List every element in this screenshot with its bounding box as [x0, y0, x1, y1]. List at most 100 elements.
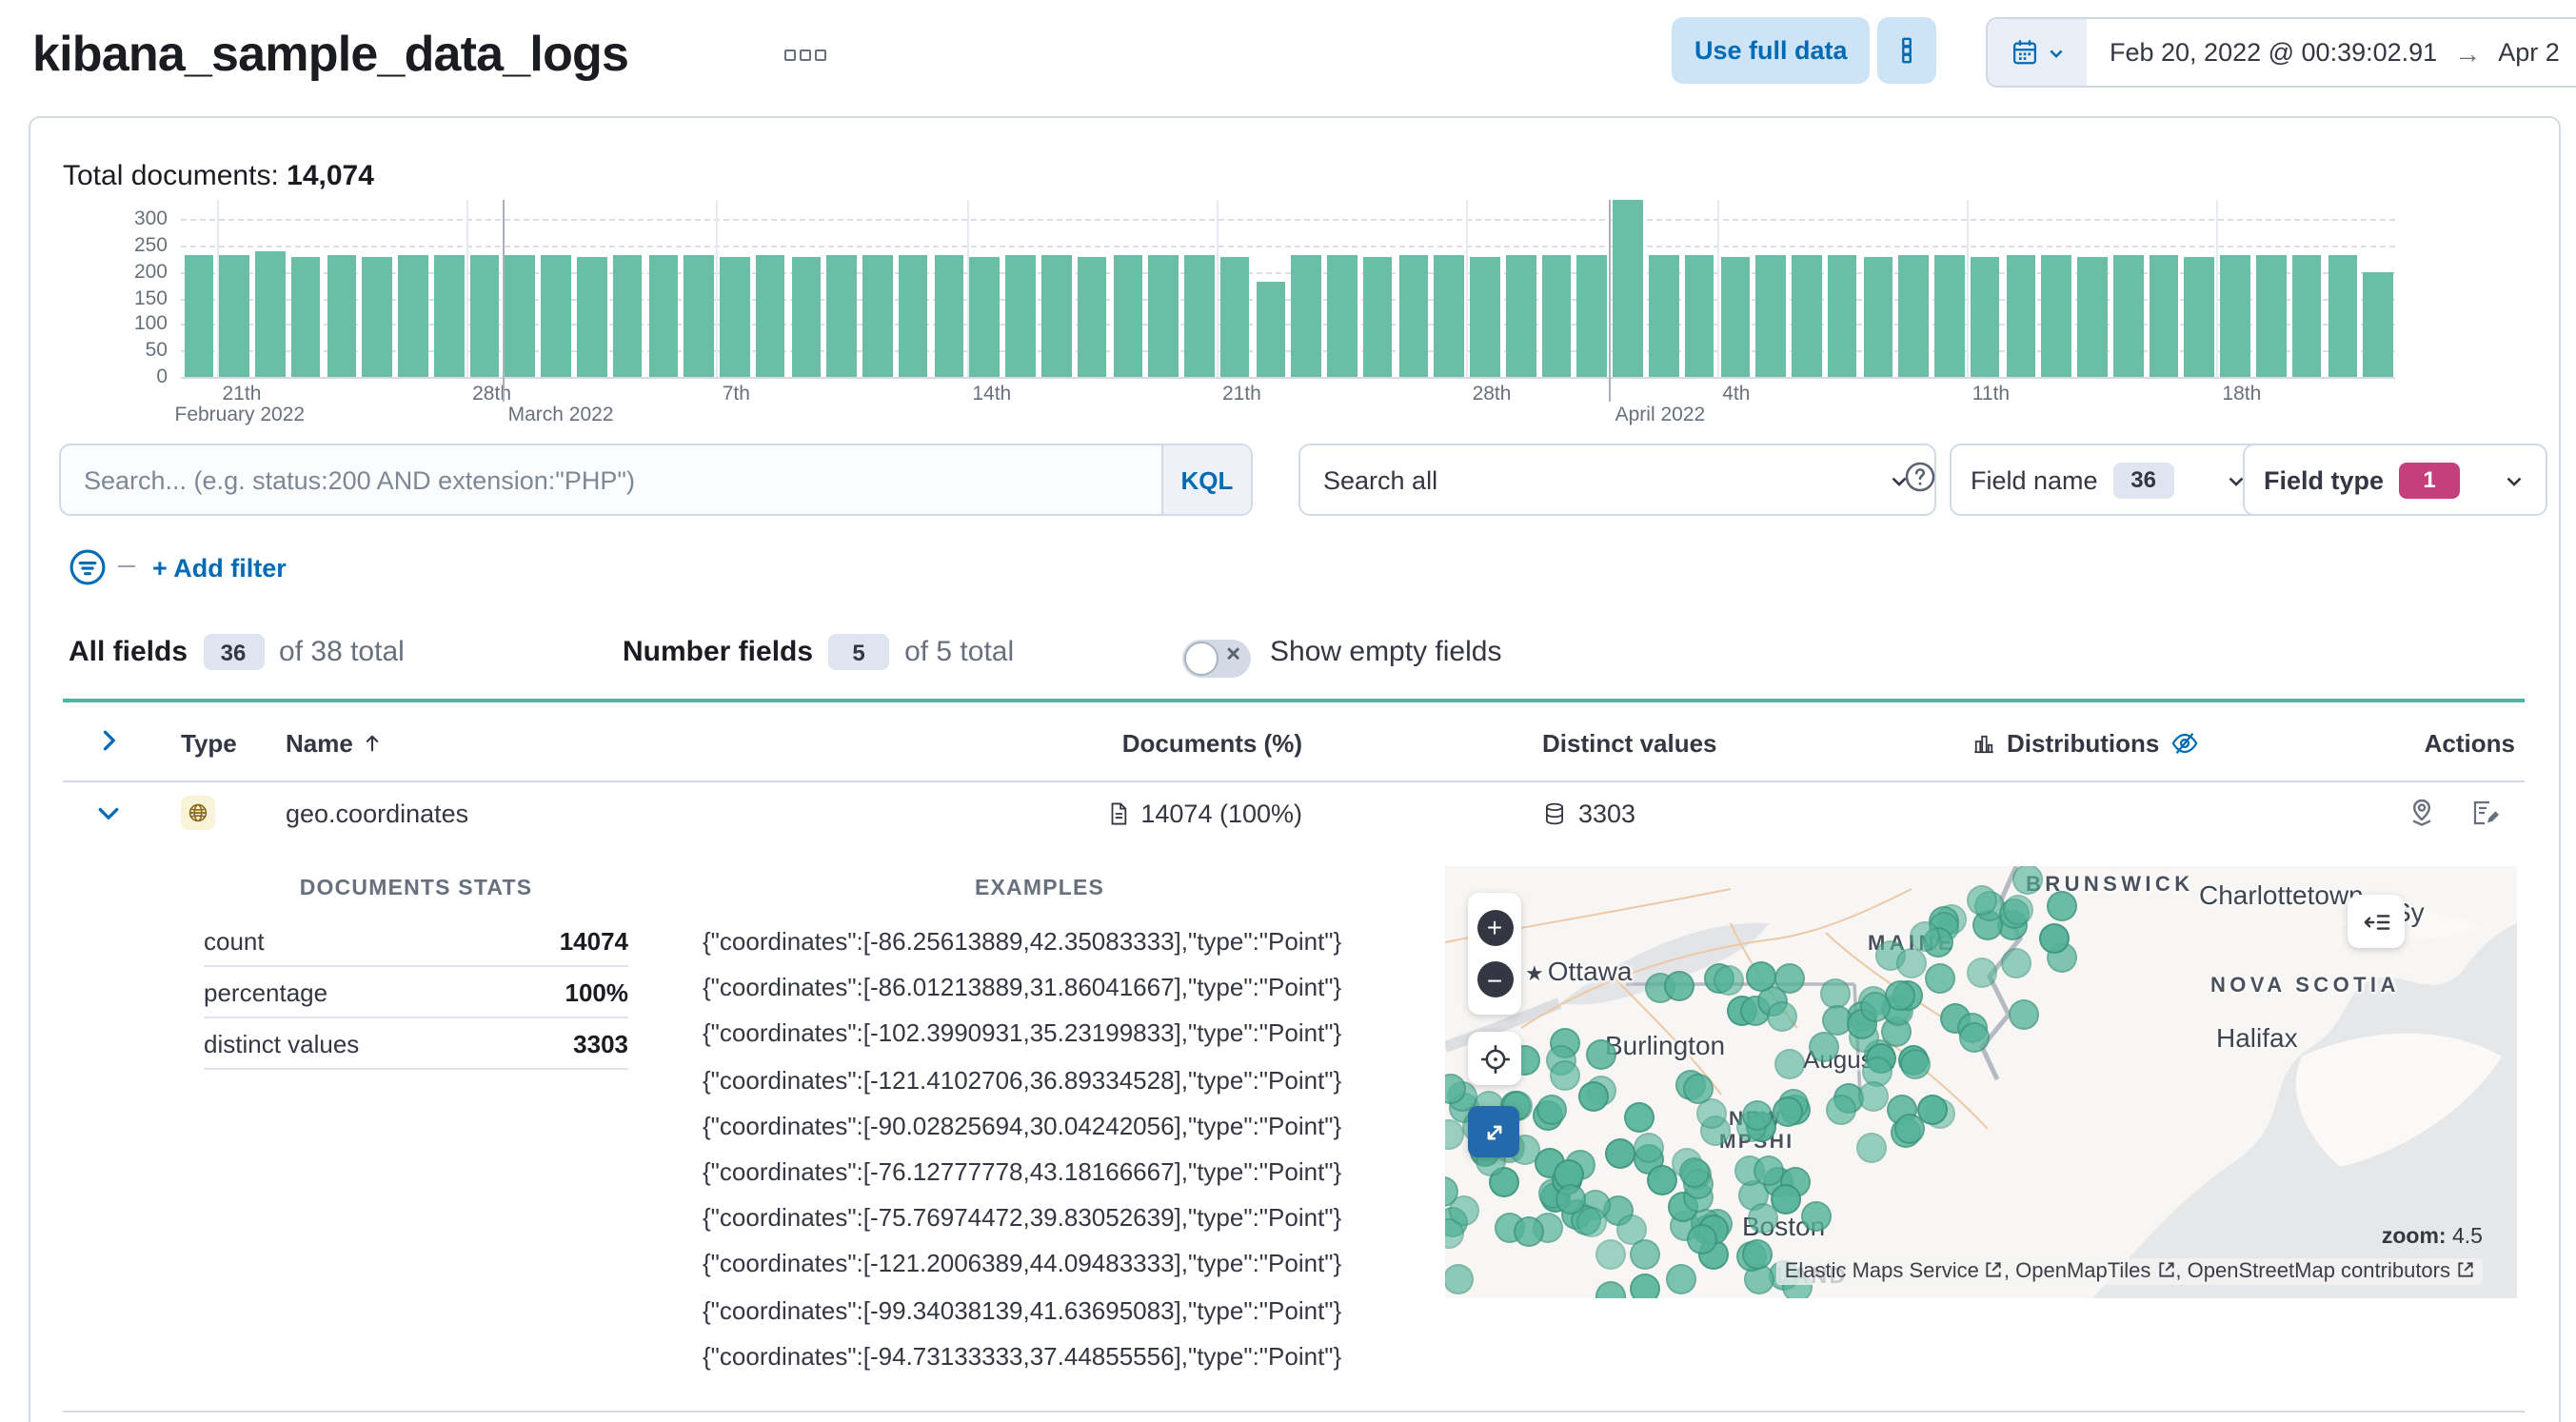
map-marker	[1917, 1094, 1949, 1125]
help-icon[interactable]	[1904, 461, 1936, 493]
chevron-down-icon	[2046, 43, 2065, 62]
column-header-distinct-values[interactable]: Distinct values	[1542, 729, 1717, 758]
date-range-start[interactable]: Feb 20, 2022 @ 00:39:02.91	[2110, 38, 2437, 67]
document-icon	[1106, 801, 1131, 826]
map-marker	[1595, 1281, 1627, 1298]
boxes-vertical-icon[interactable]	[1877, 17, 1936, 84]
example-value: {"coordinates":[-102.3990931,35.23199833…	[703, 1018, 1342, 1048]
table-header-divider	[63, 780, 2525, 782]
field-name-label: Field name	[1971, 465, 2098, 494]
map-marker	[2011, 866, 2043, 895]
column-header-name[interactable]: Name	[286, 729, 386, 758]
map-marker	[1604, 1138, 1635, 1170]
data-visualizer-page: kibana_sample_data_logs Use full data Fe…	[0, 0, 2576, 1422]
field-name-cell[interactable]: geo.coordinates	[286, 800, 468, 828]
stats-value: 3303	[573, 1029, 628, 1057]
collapse-row-chevron-icon[interactable]	[95, 800, 122, 826]
eye-closed-icon[interactable]	[2170, 729, 2199, 758]
expand-all-chevron-icon[interactable]	[95, 727, 122, 754]
map-marker	[1742, 1100, 1773, 1132]
map-marker	[2001, 948, 2032, 979]
map-marker	[1616, 1214, 1648, 1245]
map-attribution-link[interactable]: OpenMapTiles	[2015, 1260, 2175, 1283]
column-header-actions: Actions	[2424, 729, 2515, 758]
example-value: {"coordinates":[-121.2006389,44.09483333…	[703, 1249, 1342, 1278]
map-marker	[1578, 1080, 1609, 1112]
edit-field-icon[interactable]	[2469, 798, 2500, 828]
all-fields-count-badge: 36	[203, 634, 265, 670]
map-marker	[1575, 1207, 1607, 1238]
example-value: {"coordinates":[-90.02825694,30.04242056…	[703, 1111, 1342, 1140]
field-name-filter[interactable]: Field name 36	[1950, 444, 2269, 516]
map-marker	[1664, 970, 1695, 1001]
filter-icon[interactable]	[69, 548, 107, 586]
search-input[interactable]	[61, 445, 1161, 514]
example-value: {"coordinates":[-94.73133333,37.44855556…	[703, 1341, 1342, 1371]
kql-search-bar[interactable]: KQL	[59, 444, 1253, 516]
zoom-in-button[interactable]: +	[1476, 909, 1513, 946]
field-type-count-badge: 1	[2399, 462, 2461, 498]
map-zoom-controls: + −	[1468, 893, 1521, 1015]
zoom-out-button[interactable]: −	[1476, 961, 1513, 998]
date-quick-select-button[interactable]	[1988, 19, 2087, 86]
map-marker	[1633, 1132, 1664, 1163]
map-marker	[1909, 920, 1939, 952]
example-value: {"coordinates":[-99.34038139,41.63695083…	[703, 1295, 1342, 1324]
database-icon	[1542, 801, 1567, 826]
distinct-values-cell: 3303	[1542, 800, 1635, 828]
map-marker	[2039, 923, 2070, 955]
map-attribution-link[interactable]: OpenStreetMap contributors	[2188, 1260, 2475, 1283]
add-filter-button[interactable]: + Add filter	[152, 554, 287, 583]
number-fields-summary: Number fields 5 of 5 total	[623, 634, 1015, 670]
map-marker	[1774, 1048, 1805, 1078]
chevron-down-icon	[2502, 467, 2526, 492]
expand-map-button[interactable]	[1468, 1106, 1519, 1157]
map-marker	[1595, 1238, 1626, 1270]
map-marker	[1646, 1164, 1677, 1195]
column-header-type[interactable]: Type	[181, 729, 237, 758]
column-header-distributions[interactable]: Distributions	[1972, 729, 2199, 758]
index-options-icon[interactable]	[784, 49, 826, 61]
map-marker	[1770, 1184, 1801, 1215]
show-empty-fields-toggle[interactable]: ✕	[1182, 640, 1251, 678]
date-picker[interactable]: Feb 20, 2022 @ 00:39:02.91 → Apr 2	[1986, 17, 2576, 88]
map-marker	[1536, 1094, 1568, 1125]
explore-in-maps-icon[interactable]	[2407, 798, 2437, 828]
collapse-legend-button[interactable]	[2348, 895, 2405, 948]
examples-list: {"coordinates":[-86.25613889,42.35083333…	[703, 919, 1426, 1380]
field-type-filter[interactable]: Field type 1	[2243, 444, 2547, 516]
example-value: {"coordinates":[-121.4102706,36.89334528…	[703, 1065, 1342, 1095]
map-marker	[1753, 1155, 1784, 1186]
map-marker	[1550, 1059, 1581, 1090]
map-marker	[1808, 1032, 1839, 1063]
map-marker	[1801, 1200, 1833, 1232]
map-marker	[1966, 885, 1997, 917]
field-type-label: Field type	[2264, 465, 2385, 494]
date-range-end[interactable]: Apr 2	[2498, 38, 2560, 67]
stats-label: count	[204, 926, 265, 955]
map-attribution-link[interactable]: Elastic Maps Service	[1785, 1260, 2004, 1283]
map-marker	[1714, 965, 1745, 997]
stats-row: count 14074	[204, 916, 628, 967]
kql-language-button[interactable]: KQL	[1161, 445, 1251, 514]
map-marker	[1629, 1273, 1660, 1298]
stats-row: percentage 100%	[204, 967, 628, 1018]
total-documents: Total documents: 14,074	[63, 160, 374, 192]
map-marker	[1514, 1215, 1545, 1247]
set-view-button[interactable]	[1468, 1032, 1521, 1085]
calendar-icon	[2010, 38, 2038, 67]
coordinates-map[interactable]: ★OttawaBurlingtonMAINEAugustaNEWMPSHIBos…	[1445, 866, 2517, 1298]
search-all-select[interactable]: Search all	[1298, 444, 1936, 516]
map-marker	[1857, 1080, 1888, 1112]
map-marker	[1925, 962, 1956, 994]
column-header-documents[interactable]: Documents (%)	[1066, 729, 1302, 758]
map-marker	[1448, 1195, 1479, 1227]
map-marker	[1958, 1022, 1989, 1053]
map-marker	[1665, 1264, 1696, 1295]
map-marker	[1678, 1157, 1710, 1189]
show-empty-fields-label: Show empty fields	[1270, 636, 1502, 668]
search-all-value: Search all	[1323, 465, 1438, 494]
example-value: {"coordinates":[-75.76974472,39.83052639…	[703, 1203, 1342, 1233]
stats-row: distinct values 3303	[204, 1018, 628, 1070]
use-full-data-button[interactable]: Use full data	[1672, 17, 1871, 84]
